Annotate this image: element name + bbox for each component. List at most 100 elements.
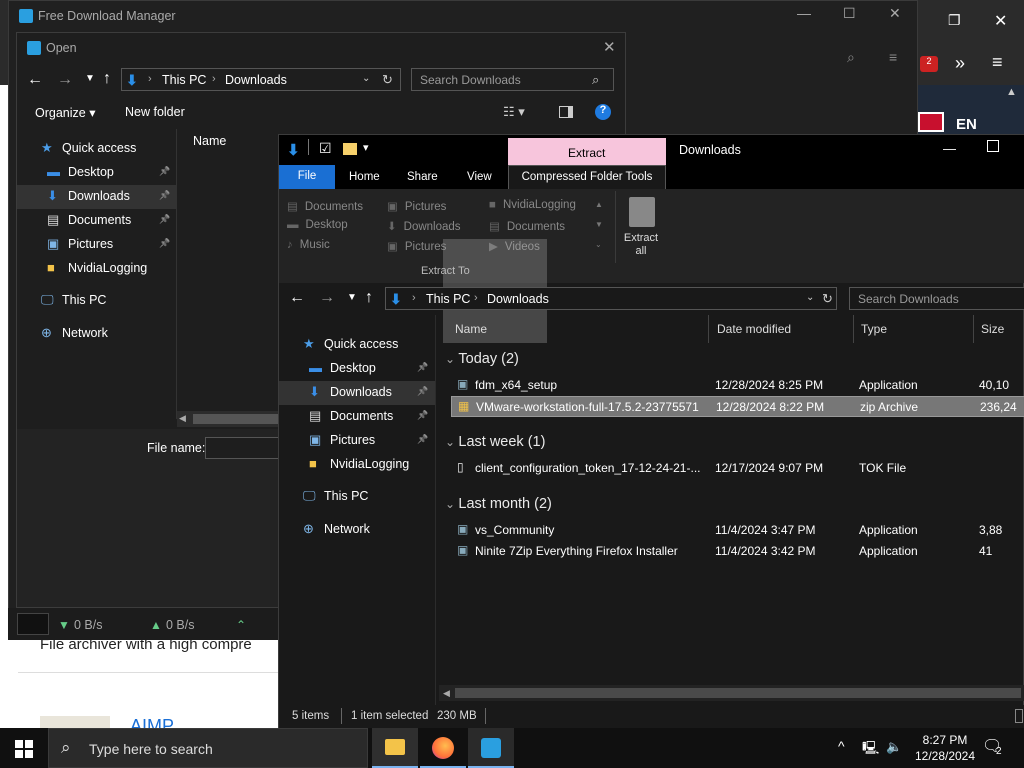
pin-icon[interactable]: 📌 — [417, 434, 428, 445]
pin-icon[interactable]: 📌 — [417, 362, 428, 373]
taskbar-file-explorer[interactable] — [372, 728, 418, 768]
sidebar-item-desktop[interactable]: ▬ Desktop 📌 — [279, 357, 435, 381]
dialog-address-bar[interactable]: ⬇ › This PC › Downloads ⌄ ↻ — [121, 68, 401, 91]
dialog-search-input[interactable]: Search Downloads ⌕ — [411, 68, 614, 91]
refresh-icon[interactable]: ↻ — [822, 291, 833, 307]
address-dropdown-icon[interactable]: ⌄ — [362, 73, 370, 84]
dialog-close-icon[interactable]: ✕ — [603, 38, 616, 56]
taskbar-fdm[interactable] — [468, 728, 514, 768]
extract-all-icon[interactable] — [629, 197, 655, 227]
properties-icon[interactable]: ☑ — [319, 140, 332, 157]
extract-to-documents[interactable]: ▤ Documents — [287, 199, 363, 213]
file-row[interactable]: ▯ client_configuration_token_17-12-24-21-… — [451, 458, 1024, 479]
recent-locations-icon[interactable]: ▼ — [85, 73, 95, 84]
refresh-icon[interactable]: ↻ — [382, 72, 393, 88]
new-folder-button[interactable]: New folder — [125, 105, 185, 119]
explorer-address-bar[interactable]: ⬇ › This PC › Downloads ⌄ ↻ — [385, 287, 837, 310]
back-icon[interactable]: ← — [27, 71, 43, 89]
forward-icon[interactable]: → — [57, 71, 73, 89]
forward-icon[interactable]: → — [319, 289, 335, 307]
gallery-scroll-icon[interactable]: ▲ ▼ ⌄ — [595, 195, 603, 255]
maximize-icon[interactable]: ☐ — [843, 5, 856, 22]
up-icon[interactable]: ↑ — [103, 70, 111, 88]
column-header-date[interactable]: Date modified — [717, 322, 791, 336]
address-dropdown-icon[interactable]: ⌄ — [806, 292, 814, 303]
extract-all-button[interactable]: Extract all — [619, 232, 663, 258]
extract-to-pictures[interactable]: ▣ Pictures — [387, 199, 446, 213]
column-header-size[interactable]: Size — [981, 322, 1004, 336]
clock[interactable]: 8:27 PM 12/28/2024 — [910, 732, 980, 764]
breadcrumb-downloads[interactable]: Downloads — [487, 292, 549, 306]
sidebar-item-quick-access[interactable]: ★ Quick access — [279, 333, 435, 357]
breadcrumb-this-pc[interactable]: This PC — [426, 292, 470, 306]
sidebar-item-documents[interactable]: ▤ Documents 📌 — [17, 209, 177, 233]
details-view-icon[interactable] — [1015, 709, 1023, 723]
column-divider[interactable] — [973, 315, 974, 343]
restore-window-icon[interactable]: ❐ — [948, 12, 961, 29]
windows-start-icon[interactable] — [15, 740, 33, 758]
pin-icon[interactable]: 📌 — [159, 214, 170, 225]
pin-icon[interactable]: 📌 — [159, 190, 170, 201]
tab-compressed-folder-tools[interactable]: Compressed Folder Tools — [508, 165, 666, 189]
extract-to-music[interactable]: ♪ Music — [287, 239, 330, 251]
sidebar-item-desktop[interactable]: ▬ Desktop 📌 — [17, 161, 177, 185]
tab-view[interactable]: View — [467, 171, 492, 183]
sidebar-item-network[interactable]: ⊕ Network — [17, 322, 177, 346]
sidebar-item-documents[interactable]: ▤ Documents 📌 — [279, 405, 435, 429]
back-icon[interactable]: ← — [289, 289, 305, 307]
file-row[interactable]: ▣ fdm_x64_setup 12/28/2024 8:25 PM Applicat… — [451, 375, 1024, 396]
sidebar-item-this-pc[interactable]: 🖵 This PC — [279, 485, 435, 509]
organize-button[interactable]: Organize ▾ — [35, 105, 95, 120]
sidebar-item-pictures[interactable]: ▣ Pictures 📌 — [279, 429, 435, 453]
group-header[interactable]: ⌄ Last month (2) — [445, 496, 552, 512]
view-options-icon[interactable]: ☷ ▾ — [503, 104, 525, 120]
close-browser-icon[interactable]: ✕ — [994, 11, 1007, 31]
scroll-left-icon[interactable]: ◀ — [179, 413, 186, 424]
scrollbar-thumb[interactable] — [455, 688, 1021, 698]
scroll-left-icon[interactable]: ◀ — [443, 688, 450, 699]
column-divider[interactable] — [853, 315, 854, 343]
sidebar-item-pictures[interactable]: ▣ Pictures 📌 — [17, 233, 177, 257]
pin-icon[interactable]: 📌 — [159, 166, 170, 177]
extract-to-desktop[interactable]: ▬ Desktop — [287, 219, 348, 231]
breadcrumb-downloads[interactable]: Downloads — [225, 73, 287, 87]
close-icon[interactable]: ✕ — [889, 5, 901, 22]
explorer-search-input[interactable]: Search Downloads — [849, 287, 1024, 310]
column-header-name[interactable]: Name — [455, 322, 487, 336]
maximize-icon[interactable] — [987, 140, 999, 152]
pin-icon[interactable]: 📌 — [417, 386, 428, 397]
sidebar-item-downloads[interactable]: ⬇ Downloads 📌 — [17, 185, 177, 209]
extract-to-documents[interactable]: ▤ Documents — [489, 219, 565, 233]
speed-mode-button[interactable] — [17, 613, 49, 635]
recent-locations-icon[interactable]: ▼ — [347, 292, 357, 303]
group-header[interactable]: ⌄ Last week (1) — [445, 434, 545, 450]
scroll-up-icon[interactable]: ▲ — [1006, 86, 1017, 98]
quick-access-toolbar-icon[interactable]: ▾ — [363, 141, 369, 154]
new-folder-icon[interactable] — [343, 143, 357, 155]
extract-to-downloads[interactable]: ⬇ Downloads — [387, 219, 461, 233]
overflow-chevron-icon[interactable]: » — [955, 53, 965, 74]
up-icon[interactable]: ↑ — [365, 289, 373, 307]
file-row[interactable]: ▦ VMware-workstation-full-17.5.2-23775571… — [451, 396, 1024, 417]
minimize-icon[interactable]: — — [797, 5, 811, 21]
tab-share[interactable]: Share — [407, 171, 438, 183]
taskbar-search-box[interactable]: ⌕ Type here to search — [48, 728, 368, 768]
extension-badge-icon[interactable]: 2 — [920, 56, 938, 72]
help-icon[interactable]: ? — [595, 104, 611, 120]
file-row[interactable]: ▣ vs_Community 11/4/2024 3:47 PM Applicatio… — [451, 520, 1024, 541]
column-header-name[interactable]: Name — [193, 134, 226, 148]
tab-home[interactable]: Home — [349, 171, 380, 183]
speed-limit-icon[interactable]: ⌃ — [236, 618, 246, 632]
file-name-input[interactable] — [205, 437, 285, 459]
preview-pane-icon[interactable] — [559, 106, 573, 118]
pin-icon[interactable]: 📌 — [417, 410, 428, 421]
sidebar-item-nvidialogging[interactable]: ■ NvidiaLogging — [279, 453, 435, 477]
column-header-type[interactable]: Type — [861, 322, 887, 336]
hidden-icons-chevron-icon[interactable]: ^ — [838, 738, 845, 754]
sidebar-item-this-pc[interactable]: 🖵 This PC — [17, 289, 177, 313]
sidebar-item-quick-access[interactable]: ★ Quick access — [17, 137, 177, 161]
minimize-icon[interactable]: — — [943, 141, 956, 156]
taskbar-firefox[interactable] — [420, 728, 466, 768]
menu-icon[interactable]: ≡ — [992, 52, 1003, 73]
network-icon[interactable]: 🖳 — [862, 739, 879, 761]
